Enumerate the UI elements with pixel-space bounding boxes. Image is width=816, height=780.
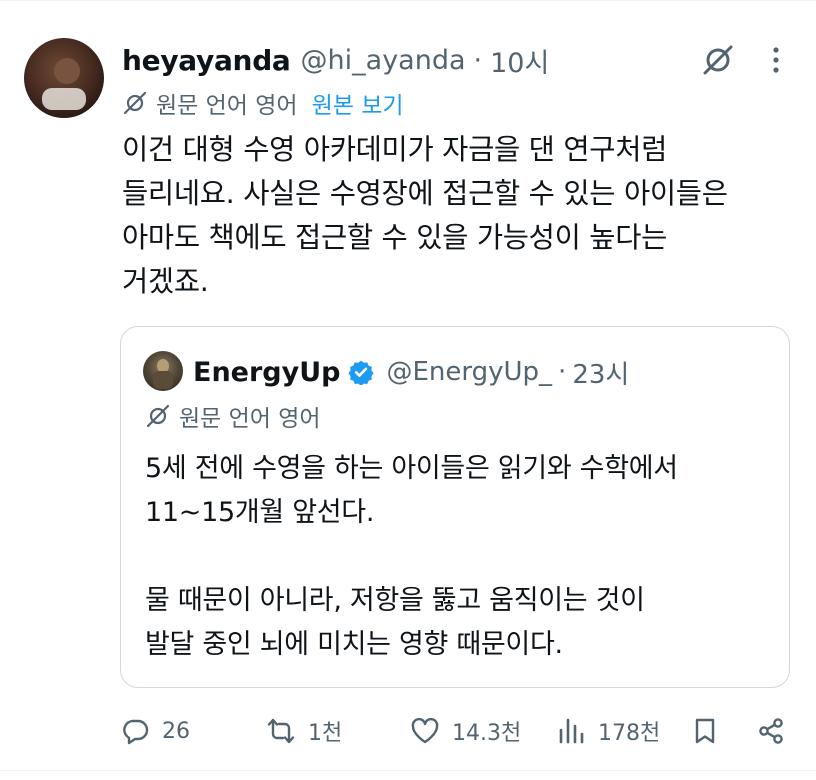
verified-icon [348,360,375,385]
more-button[interactable] [758,42,794,78]
action-bar: 26 1천 14.3천 178천 [0,706,816,756]
quote-separator-dot: · [558,357,567,387]
quote-display-name: EnergyUp [193,356,341,388]
grok-icon [703,45,733,75]
quote-text-line: 물 때문이 아니라, 저항을 뚫고 움직이는 것이 [145,585,645,616]
quote-tweet-card[interactable]: EnergyUp @EnergyUp_ · 23시 원문 언어 영어 5세 전에… [120,326,790,688]
translate-icon [123,91,147,115]
share-button[interactable] [756,706,786,756]
quote-translation-notice: 원문 언어 영어 [145,399,321,433]
share-icon [759,718,783,744]
like-icon [411,717,439,744]
quote-text-line: 발달 중인 뇌에 미치는 영향 때문이다. [145,629,563,660]
bookmark-icon [695,718,715,744]
tweet-text-line: 들리네요. 사실은 수영장에 접근할 수 있는 아이들은 [122,177,728,210]
translate-icon [146,404,170,428]
quote-avatar [143,351,183,391]
tweet-header: heyayanda @hi_ayanda · 10시 [122,40,549,80]
repost-button[interactable]: 1천 [266,706,342,756]
more-icon [773,47,779,73]
tweet-text-line: 이건 대형 수영 아카데미가 자금을 댄 연구처럼 [122,133,668,166]
show-original-link[interactable]: 원본 보기 [312,86,404,120]
user-handle[interactable]: @hi_ayanda [301,45,466,76]
quote-handle: @EnergyUp_ [386,357,553,387]
top-divider [0,0,816,1]
tweet-text: 이건 대형 수영 아카데미가 자금을 댄 연구처럼 들리네요. 사실은 수영장에… [122,128,802,304]
reply-icon [123,719,149,745]
quote-text-line [145,535,775,579]
bookmark-button[interactable] [690,706,720,756]
translation-notice: 원문 언어 영어 원본 보기 [122,86,404,120]
repost-icon [267,718,295,744]
reply-button[interactable]: 26 [120,706,190,756]
tweet-text-line: 아마도 책에도 접근할 수 있을 가능성이 높다는 [122,221,668,254]
quote-header: EnergyUp @EnergyUp_ · 23시 [193,351,629,393]
separator-dot: · [473,44,483,76]
quote-text-line: 5세 전에 수영을 하는 아이들은 읽기와 수학에서 [145,453,678,484]
translated-label: 원문 언어 영어 [156,93,298,119]
tweet-text-line: 거겠죠. [122,265,209,298]
views-count: 178천 [598,721,661,746]
repost-count: 1천 [308,721,343,746]
reply-count: 26 [162,718,190,744]
quote-text-line: 11~15개월 앞선다. [145,497,375,528]
views-icon [559,718,584,744]
display-name[interactable]: heyayanda [122,44,291,77]
views-button[interactable]: 178천 [556,706,660,756]
like-button[interactable]: 14.3천 [410,706,521,756]
quote-text: 5세 전에 수영을 하는 아이들은 읽기와 수학에서 11~15개월 앞선다. … [145,447,775,667]
like-count: 14.3천 [452,721,522,746]
grok-button[interactable] [700,42,736,78]
quote-translated-label: 원문 언어 영어 [179,406,321,432]
avatar[interactable] [24,38,104,118]
timestamp[interactable]: 10시 [490,41,549,80]
bottom-divider [0,770,816,771]
quote-timestamp: 23시 [572,359,630,390]
